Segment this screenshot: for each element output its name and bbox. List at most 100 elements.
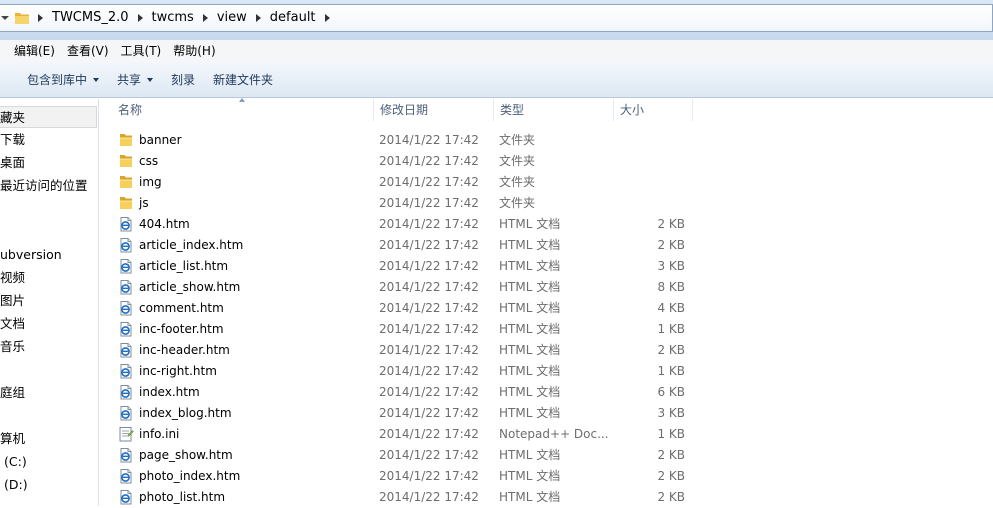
nav-item-music[interactable]: 音乐 <box>0 336 25 358</box>
column-header-size[interactable]: 大小 <box>614 99 693 121</box>
file-row[interactable]: info.ini 2014/1/22 17:42 Notepad++ Doc... 1… <box>100 424 993 445</box>
burn-label: 刻录 <box>171 72 196 87</box>
column-headers: 名称 修改日期 类型 大小 <box>100 98 993 121</box>
nav-item-documents[interactable]: 文档 <box>0 313 25 335</box>
nav-item-favorites[interactable]: 藏夹 <box>0 106 97 128</box>
include-in-library-button[interactable]: 包含到库中 <box>18 62 108 98</box>
html-file-icon <box>120 490 132 505</box>
file-name: index_blog.htm <box>139 406 232 420</box>
file-size: 6 KB <box>657 385 685 399</box>
file-date-modified: 2014/1/22 17:42 <box>379 133 479 147</box>
breadcrumb-separator-icon[interactable] <box>34 5 48 31</box>
file-name: info.ini <box>139 427 180 441</box>
file-row[interactable]: article_show.htm 2014/1/22 17:42 HTML 文档 8 … <box>100 277 993 298</box>
file-row[interactable]: article_index.htm 2014/1/22 17:42 HTML 文档 2… <box>100 235 993 256</box>
nav-item-computer[interactable]: 算机 <box>0 428 25 450</box>
html-file-icon <box>120 217 132 232</box>
address-history-dropdown-icon[interactable] <box>0 11 10 25</box>
html-file-icon <box>120 280 132 295</box>
file-date-modified: 2014/1/22 17:42 <box>379 175 479 189</box>
file-type: HTML 文档 <box>499 406 561 420</box>
file-row[interactable]: 404.htm 2014/1/22 17:42 HTML 文档 2 KB <box>100 214 993 235</box>
column-header-date-modified[interactable]: 修改日期 <box>374 99 494 121</box>
file-row[interactable]: comment.htm 2014/1/22 17:42 HTML 文档 4 KB <box>100 298 993 319</box>
navigation-pane: 藏夹 下载 桌面 最近访问的位置 ubversion 视频 图片 文档 音乐 庭… <box>0 99 99 506</box>
file-row[interactable]: inc-header.htm 2014/1/22 17:42 HTML 文档 2 KB <box>100 340 993 361</box>
folder-icon <box>120 197 132 209</box>
nav-item-videos[interactable]: 视频 <box>0 267 25 289</box>
chevron-down-icon <box>93 77 100 82</box>
new-folder-button[interactable]: 新建文件夹 <box>204 62 282 98</box>
file-row[interactable]: js 2014/1/22 17:42 文件夹 <box>100 193 993 214</box>
menu-help[interactable]: 帮助(H) <box>167 40 221 62</box>
share-button[interactable]: 共享 <box>108 62 162 98</box>
file-name: js <box>139 196 149 210</box>
file-row[interactable]: page_show.htm 2014/1/22 17:42 HTML 文档 2 KB <box>100 445 993 466</box>
file-row[interactable]: inc-right.htm 2014/1/22 17:42 HTML 文档 1 KB <box>100 361 993 382</box>
chevron-down-icon <box>147 77 154 82</box>
column-header-name[interactable]: 名称 <box>112 99 374 121</box>
file-size: 3 KB <box>657 406 685 420</box>
menu-tools[interactable]: 工具(T) <box>115 40 168 62</box>
folder-icon <box>15 13 29 24</box>
file-type: HTML 文档 <box>499 322 561 336</box>
file-row[interactable]: photo_index.htm 2014/1/22 17:42 HTML 文档 2 K… <box>100 466 993 487</box>
file-size: 1 KB <box>657 427 685 441</box>
file-type: 文件夹 <box>499 196 536 210</box>
nav-item-subversion[interactable]: ubversion <box>0 244 62 266</box>
file-row[interactable]: article_list.htm 2014/1/22 17:42 HTML 文档 3 … <box>100 256 993 277</box>
file-type: 文件夹 <box>499 154 536 168</box>
nav-item-recent-places[interactable]: 最近访问的位置 <box>0 175 88 197</box>
breadcrumb-separator-icon[interactable] <box>199 5 213 31</box>
file-date-modified: 2014/1/22 17:42 <box>379 154 479 168</box>
file-size: 4 KB <box>657 301 685 315</box>
breadcrumb: TWCMS_2.0 twcms view default <box>34 5 335 31</box>
address-bar[interactable]: TWCMS_2.0 twcms view default <box>0 4 993 32</box>
file-type: HTML 文档 <box>499 259 561 273</box>
file-date-modified: 2014/1/22 17:42 <box>379 427 479 441</box>
breadcrumb-item[interactable]: default <box>266 5 321 31</box>
nav-item-pictures[interactable]: 图片 <box>0 290 25 312</box>
breadcrumb-item[interactable]: twcms <box>148 5 199 31</box>
file-name: img <box>139 175 162 189</box>
file-row[interactable]: css 2014/1/22 17:42 文件夹 <box>100 151 993 172</box>
nav-item-drive-d[interactable]: (D:) <box>4 474 28 496</box>
folder-icon <box>120 134 132 146</box>
file-type: HTML 文档 <box>499 385 561 399</box>
file-row[interactable]: inc-footer.htm 2014/1/22 17:42 HTML 文档 1 KB <box>100 319 993 340</box>
file-name: photo_list.htm <box>139 490 226 504</box>
file-row[interactable]: banner 2014/1/22 17:42 文件夹 <box>100 130 993 151</box>
file-size: 2 KB <box>657 448 685 462</box>
nav-item-drive-c[interactable]: (C:) <box>4 451 27 473</box>
menu-edit[interactable]: 编辑(E) <box>8 40 61 62</box>
menu-view[interactable]: 查看(V) <box>61 40 115 62</box>
breadcrumb-item[interactable]: view <box>213 5 252 31</box>
breadcrumb-item[interactable]: TWCMS_2.0 <box>48 5 134 31</box>
nav-item-homegroup[interactable]: 庭组 <box>0 382 25 404</box>
command-bar: 包含到库中 共享 刻录 新建文件夹 <box>0 62 993 98</box>
file-type: 文件夹 <box>499 133 536 147</box>
nav-item-desktop[interactable]: 桌面 <box>0 152 25 174</box>
file-size: 2 KB <box>657 217 685 231</box>
file-row[interactable]: photo_list.htm 2014/1/22 17:42 HTML 文档 2 KB <box>100 487 993 508</box>
file-name: page_show.htm <box>139 448 233 462</box>
file-date-modified: 2014/1/22 17:42 <box>379 385 479 399</box>
file-name: article_list.htm <box>139 259 229 273</box>
html-file-icon <box>120 448 132 463</box>
column-header-type[interactable]: 类型 <box>494 99 614 121</box>
breadcrumb-separator-icon[interactable] <box>134 5 148 31</box>
file-row[interactable]: index_blog.htm 2014/1/22 17:42 HTML 文档 3 KB <box>100 403 993 424</box>
html-file-icon <box>120 343 132 358</box>
file-name: index.htm <box>139 385 200 399</box>
file-size: 2 KB <box>657 490 685 504</box>
breadcrumb-separator-icon[interactable] <box>321 5 335 31</box>
file-type: HTML 文档 <box>499 217 561 231</box>
nav-item-downloads[interactable]: 下载 <box>0 129 25 151</box>
address-bar-region: TWCMS_2.0 twcms view default <box>0 0 993 40</box>
breadcrumb-separator-icon[interactable] <box>252 5 266 31</box>
file-row[interactable]: index.htm 2014/1/22 17:42 HTML 文档 6 KB <box>100 382 993 403</box>
file-name: inc-footer.htm <box>139 322 224 336</box>
file-row[interactable]: img 2014/1/22 17:42 文件夹 <box>100 172 993 193</box>
html-file-icon <box>120 364 132 379</box>
burn-button[interactable]: 刻录 <box>162 62 204 98</box>
